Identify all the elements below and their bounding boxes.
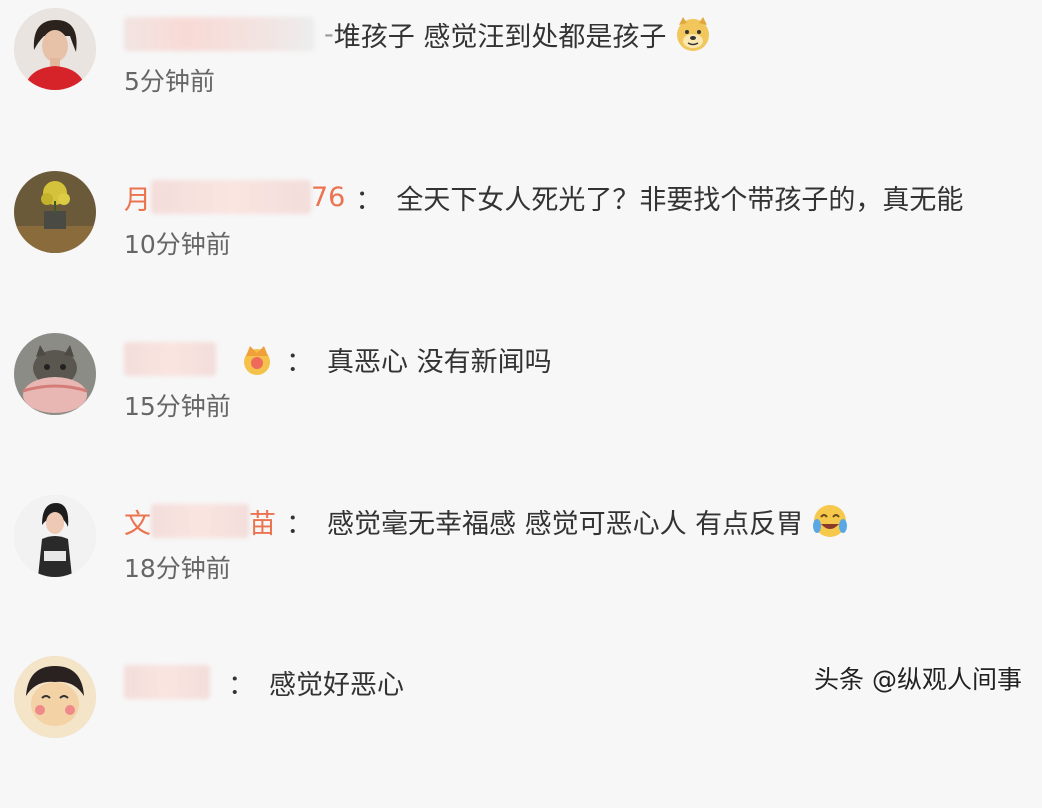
username[interactable] [124,342,216,376]
comment-text: 感觉毫无幸福感 感觉可恶心人 有点反胃 [327,508,804,540]
avatar[interactable] [14,495,96,577]
comment-item: 文 苗 ： 感觉毫无幸福感 感觉可恶心人 有点反胃 18分钟前 [0,487,1042,647]
comment-time: 10分钟前 [124,230,231,259]
avatar[interactable] [14,171,96,253]
colon: ： [355,184,383,216]
username[interactable]: 月 76 [124,178,345,217]
comment-time: 18分钟前 [124,554,231,583]
colon: ： [286,346,313,378]
comment-item: 月 76 ： 全天下女人死光了？非要找个带孩子的，真无能 10分钟前 [0,163,1042,323]
avatar[interactable] [14,333,96,415]
comment-time: 15分钟前 [124,392,231,421]
avatar[interactable] [14,656,96,738]
comment-item: ： 真恶心 没有新闻吗 15分钟前 [0,325,1042,485]
comment-item: - 堆孩子 感觉汪到处都是孩子 5分钟前 [0,0,1042,160]
comment-text: 堆孩子 感觉汪到处都是孩子 [333,21,667,53]
comment-line: 文 苗 ： 感觉毫无幸福感 感觉可恶心人 有点反胃 [124,501,849,541]
comment-time: 5分钟前 [124,67,215,96]
colon: ： [286,508,313,540]
colon: ： [228,669,255,701]
comment-line: 月 76 ： 全天下女人死光了？非要找个带孩子的，真无能 [124,177,963,217]
crown-badge-icon [238,340,276,378]
comment-text: 真恶心 没有新闻吗 [327,346,552,378]
comment-line: ： 真恶心 没有新闻吗 [124,339,552,379]
watermark: 头条 @纵观人间事 [814,665,1022,694]
comment-text: 感觉好恶心 [269,669,404,701]
username[interactable] [124,665,210,699]
doge-emoji-icon [674,15,712,53]
comment-line: ： 感觉好恶心 [124,662,404,702]
comment-line: - 堆孩子 感觉汪到处都是孩子 [124,14,712,54]
comment-text: 全天下女人死光了？非要找个带孩子的，真无能 [396,184,964,216]
username[interactable]: - [124,17,334,51]
username[interactable]: 文 苗 [124,502,276,541]
avatar[interactable] [14,8,96,90]
laugh-cry-emoji-icon [811,502,849,540]
